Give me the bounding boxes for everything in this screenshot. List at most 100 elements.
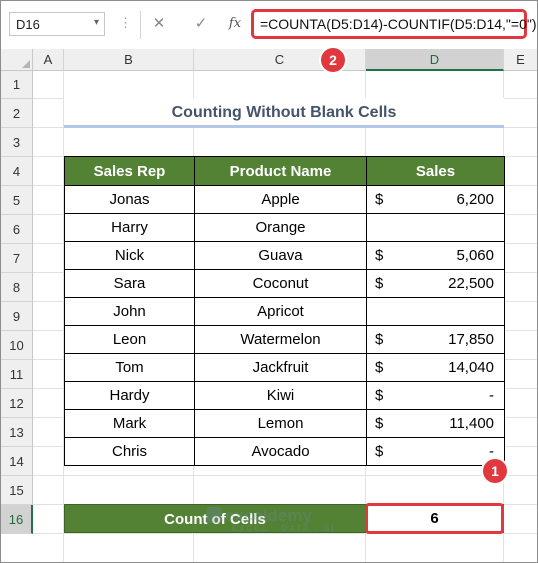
sales-cell[interactable]: $ -	[366, 437, 505, 466]
sales-amount: 22,500	[448, 275, 494, 292]
column-header-b[interactable]: B	[64, 49, 194, 71]
gridline	[33, 475, 537, 476]
sales-amount: 5,060	[456, 247, 494, 264]
sales-rep-cell[interactable]: Jonas	[64, 185, 195, 214]
sales-cell[interactable]: $5,060	[366, 241, 505, 270]
row-header-8[interactable]: 8	[1, 273, 33, 302]
row-header-3[interactable]: 3	[1, 128, 33, 157]
sales-cell[interactable]	[366, 213, 505, 242]
divider	[140, 11, 141, 39]
sales-amount: 11,400	[449, 415, 494, 432]
sales-amount: -	[489, 443, 494, 460]
row-header-5[interactable]: 5	[1, 186, 33, 215]
sales-rep-cell[interactable]: Nick	[64, 241, 195, 270]
name-box-value: D16	[16, 17, 40, 32]
product-name-cell[interactable]: Apricot	[194, 297, 367, 326]
header-sales[interactable]: Sales	[366, 156, 505, 186]
row-header-10[interactable]: 10	[1, 331, 33, 360]
sales-rep-cell[interactable]: Harry	[64, 213, 195, 242]
column-header-a[interactable]: A	[33, 49, 64, 71]
sales-cell[interactable]: $11,400	[366, 409, 505, 438]
header-product-name[interactable]: Product Name	[194, 156, 367, 186]
table-row: John Apricot	[64, 297, 505, 326]
sales-amount: -	[489, 387, 494, 404]
sales-rep-cell[interactable]: Hardy	[64, 381, 195, 410]
currency-symbol: $	[375, 359, 384, 376]
currency-symbol: $	[375, 191, 384, 208]
table-row: Jonas Apple $6,200	[64, 185, 505, 214]
spreadsheet-window: D16 ▾ ⋮ ✕ ✓ fx =COUNTA(D5:D14)-COUNTIF(D…	[0, 0, 538, 563]
sales-amount: 17,850	[448, 331, 494, 348]
sales-cell[interactable]: $14,040	[366, 353, 505, 382]
product-name-cell[interactable]: Orange	[194, 213, 367, 242]
name-box[interactable]: D16 ▾	[9, 12, 105, 36]
sales-rep-cell[interactable]: Mark	[64, 409, 195, 438]
sales-rep-cell[interactable]: Leon	[64, 325, 195, 354]
formula-input[interactable]: =COUNTA(D5:D14)-COUNTIF(D5:D14,"=0")	[251, 9, 537, 39]
row-header-7[interactable]: 7	[1, 244, 33, 273]
watermark-tagline: EXCEL · DATA · BI	[232, 524, 336, 533]
row-header-9[interactable]: 9	[1, 302, 33, 331]
table-row: Nick Guava $5,060	[64, 241, 505, 270]
row-header-15[interactable]: 15	[1, 476, 33, 505]
currency-symbol: $	[375, 247, 384, 264]
table-row: Sara Coconut $22,500	[64, 269, 505, 298]
sales-amount: 14,040	[448, 359, 494, 376]
product-name-cell[interactable]: Jackfruit	[194, 353, 367, 382]
row-header-12[interactable]: 12	[1, 389, 33, 418]
sales-rep-cell[interactable]: Chris	[64, 437, 195, 466]
exceldemy-logo-icon	[206, 507, 222, 523]
product-name-cell[interactable]: Apple	[194, 185, 367, 214]
watermark-logo: exceldemy EXCEL · DATA · BI	[206, 506, 335, 533]
select-all-corner[interactable]	[1, 49, 33, 71]
currency-symbol: $	[375, 387, 384, 404]
row-header-4[interactable]: 4	[1, 157, 33, 186]
product-name-cell[interactable]: Guava	[194, 241, 367, 270]
step-badge-1: 1	[483, 459, 507, 483]
watermark-name: exceldemy	[225, 506, 312, 525]
sales-cell[interactable]	[366, 297, 505, 326]
cancel-icon[interactable]: ✕	[147, 13, 171, 35]
table-row: Tom Jackfruit $14,040	[64, 353, 505, 382]
row-header-16[interactable]: 16	[1, 505, 33, 534]
row-header-13[interactable]: 13	[1, 418, 33, 447]
table-row: Mark Lemon $11,400	[64, 409, 505, 438]
sales-cell[interactable]: $6,200	[366, 185, 505, 214]
header-sales-rep[interactable]: Sales Rep	[64, 156, 195, 186]
currency-symbol: $	[375, 275, 384, 292]
row-header-1[interactable]: 1	[1, 71, 33, 99]
table-row: Leon Watermelon $17,850	[64, 325, 505, 354]
enter-icon[interactable]: ✓	[189, 13, 213, 35]
product-name-cell[interactable]: Kiwi	[194, 381, 367, 410]
currency-symbol: $	[375, 415, 384, 432]
currency-symbol: $	[375, 443, 384, 460]
insert-function-icon[interactable]: fx	[223, 13, 247, 35]
row-header-11[interactable]: 11	[1, 360, 33, 389]
sales-rep-cell[interactable]: John	[64, 297, 195, 326]
sales-cell[interactable]: $22,500	[366, 269, 505, 298]
product-name-cell[interactable]: Avocado	[194, 437, 367, 466]
product-name-cell[interactable]: Coconut	[194, 269, 367, 298]
sales-cell[interactable]: $ -	[366, 381, 505, 410]
count-of-cells-value[interactable]: 6	[365, 503, 504, 534]
table-row: Hardy Kiwi $ -	[64, 381, 505, 410]
table-row: Harry Orange	[64, 213, 505, 242]
more-options-icon[interactable]: ⋮	[119, 15, 132, 31]
sales-rep-cell[interactable]: Tom	[64, 353, 195, 382]
table-header-row: Sales Rep Product Name Sales	[64, 156, 505, 186]
product-name-cell[interactable]: Watermelon	[194, 325, 367, 354]
sales-rep-cell[interactable]: Sara	[64, 269, 195, 298]
sheet-title: Counting Without Blank Cells	[64, 98, 504, 128]
chevron-down-icon[interactable]: ▾	[94, 17, 99, 28]
column-header-d[interactable]: D	[366, 49, 504, 71]
row-header-2[interactable]: 2	[1, 99, 33, 128]
sales-cell[interactable]: $17,850	[366, 325, 505, 354]
row-header-14[interactable]: 14	[1, 447, 33, 476]
step-badge-2: 2	[321, 48, 345, 72]
table-row: Chris Avocado $ -	[64, 437, 505, 466]
column-header-e[interactable]: E	[504, 49, 537, 71]
sales-table: Sales Rep Product Name Sales Jonas Apple $…	[64, 156, 505, 466]
row-header-6[interactable]: 6	[1, 215, 33, 244]
formula-bar: D16 ▾ ⋮ ✕ ✓ fx =COUNTA(D5:D14)-COUNTIF(D…	[1, 1, 537, 50]
product-name-cell[interactable]: Lemon	[194, 409, 367, 438]
